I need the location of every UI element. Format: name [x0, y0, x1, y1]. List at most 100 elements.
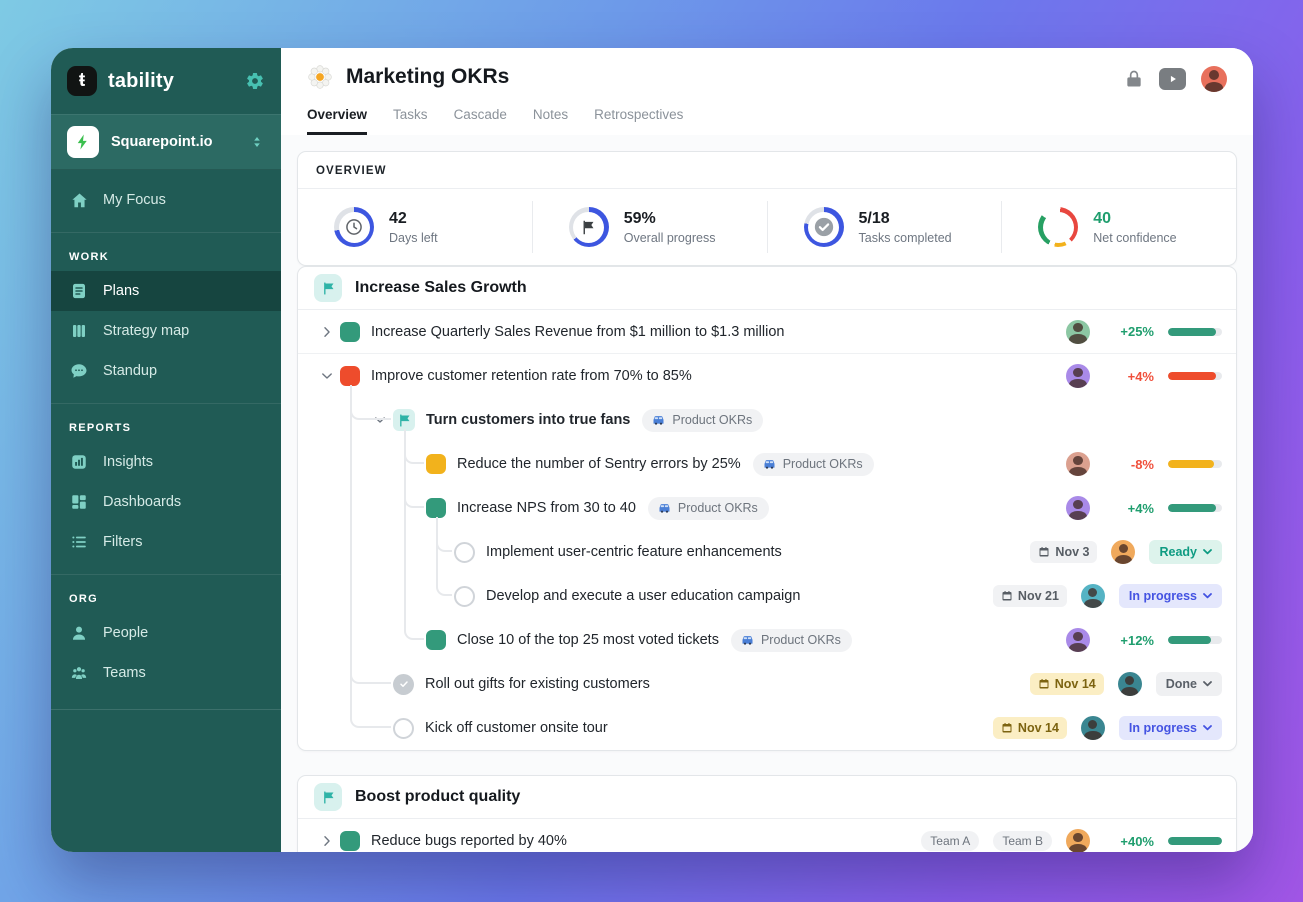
lock-icon[interactable]: [1124, 69, 1144, 89]
play-icon: [1170, 75, 1176, 83]
status-dropdown[interactable]: Done: [1155, 672, 1222, 696]
product-okrs-tag[interactable]: Product OKRs: [730, 628, 852, 652]
row-title: Increase NPS from 30 to 40: [457, 500, 636, 516]
check-icon: [804, 207, 844, 247]
okr-row[interactable]: Close 10 of the top 25 most voted ticket…: [298, 617, 1236, 662]
tree-guide-line: [350, 442, 352, 486]
video-play-button[interactable]: [1159, 68, 1186, 90]
assignee-avatar: [1111, 540, 1136, 564]
workspace-switcher[interactable]: Squarepoint.io: [51, 114, 281, 170]
task-circle-icon[interactable]: [454, 541, 475, 563]
metric-label: Net confidence: [1093, 230, 1177, 245]
assignee-avatar: [1117, 672, 1142, 696]
progress-delta: +25%: [1120, 324, 1154, 339]
product-okrs-tag[interactable]: Product OKRs: [647, 496, 769, 520]
metric-text: 59% Overall progress: [624, 210, 716, 245]
tab-cascade[interactable]: Cascade: [454, 107, 507, 135]
tab-retrospectives[interactable]: Retrospectives: [594, 107, 683, 135]
product-okrs-tag[interactable]: Product OKRs: [752, 452, 874, 476]
row-title: Increase Quarterly Sales Revenue from $1…: [371, 323, 785, 340]
okr-row[interactable]: Turn customers into true fans Product OKR…: [298, 397, 1236, 442]
okr-row[interactable]: Increase Quarterly Sales Revenue from $1…: [298, 310, 1236, 354]
metric-ring: [568, 207, 609, 247]
sidebar-item-teams[interactable]: Teams: [51, 653, 281, 693]
assignee-avatar: [1066, 496, 1090, 520]
row-right: Nov 3 Ready: [1030, 540, 1222, 564]
task-circle-icon[interactable]: [454, 585, 475, 607]
sidebar-item-filters[interactable]: Filters: [51, 522, 281, 562]
team-tag[interactable]: Team B: [993, 831, 1052, 851]
due-date-pill: Nov 14: [992, 717, 1067, 739]
metric-text: 42 Days left: [389, 210, 438, 245]
tab-notes[interactable]: Notes: [533, 107, 568, 135]
tab-overview[interactable]: Overview: [307, 107, 368, 135]
team-tag[interactable]: Team A: [921, 831, 980, 851]
task-done-icon[interactable]: [393, 673, 414, 695]
row-title: Develop and execute a user education cam…: [486, 588, 801, 604]
metric-value: 40: [1093, 209, 1112, 227]
okr-row[interactable]: Increase NPS from 30 to 40 Product OKRs +4…: [298, 485, 1236, 530]
row-right: +25%: [1066, 319, 1222, 344]
metric-text: 5/18 Tasks completed: [859, 210, 952, 245]
plan-rows: Increase Quarterly Sales Revenue from $1…: [298, 310, 1236, 750]
row-right: Nov 14 Done: [1029, 672, 1222, 696]
due-date-pill: Nov 21: [992, 585, 1067, 607]
tree-guide-elbow: [404, 441, 424, 464]
kr-status-square: [340, 321, 360, 342]
okr-row[interactable]: Reduce bugs reported by 40% Team A Team B +…: [298, 819, 1236, 852]
user-avatar[interactable]: [1201, 66, 1227, 92]
tree-guide-elbow: [436, 573, 452, 596]
progress-delta: +4%: [1127, 368, 1154, 384]
okr-row[interactable]: Reduce the number of Sentry errors by 25…: [298, 441, 1236, 486]
product-okrs-tag[interactable]: Product OKRs: [642, 408, 764, 432]
objective-flag-icon: [393, 409, 415, 431]
sidebar-item-label: Teams: [103, 665, 146, 681]
sidebar-item-plans[interactable]: Plans: [51, 271, 281, 311]
metric-label: Tasks completed: [858, 230, 952, 245]
sidebar-section-label: ORG: [69, 593, 98, 605]
content-area: OVERVIEW 42 Days left 59% Overall progress 5…: [281, 135, 1253, 852]
plan-card-header[interactable]: Boost product quality: [298, 776, 1236, 819]
clock-icon: [334, 207, 374, 247]
settings-gear-icon[interactable]: [245, 71, 265, 91]
sidebar-divider: [51, 709, 281, 710]
row-title: Improve customer retention rate from 70%…: [371, 368, 692, 384]
progress-delta: +12%: [1120, 632, 1154, 648]
assignee-avatar: [1080, 716, 1105, 740]
okr-row[interactable]: Roll out gifts for existing customers Nov…: [298, 661, 1236, 706]
assignee-avatar: [1066, 319, 1090, 344]
status-dropdown[interactable]: In progress: [1118, 584, 1222, 608]
tability-logo-icon: ŧ: [67, 66, 97, 96]
sidebar-item-my-focus[interactable]: My Focus: [51, 180, 281, 220]
sidebar-item-standup[interactable]: Standup: [51, 351, 281, 391]
home-icon: [69, 190, 89, 210]
sidebar-item-label: Insights: [103, 454, 153, 470]
chevron-right-icon[interactable]: [314, 325, 340, 339]
sidebar-item-strategy-map[interactable]: Strategy map: [51, 311, 281, 351]
task-circle-icon[interactable]: [393, 717, 414, 739]
tree-guide-line: [350, 486, 352, 530]
plan-cards: Increase Sales Growth Increase Quarterly …: [297, 266, 1237, 852]
status-dropdown[interactable]: In progress: [1118, 716, 1222, 740]
metric-value: 5/18: [858, 209, 890, 227]
okr-row[interactable]: Develop and execute a user education cam…: [298, 573, 1236, 618]
sidebar-item-dashboards[interactable]: Dashboards: [51, 482, 281, 522]
status-dropdown[interactable]: Ready: [1149, 540, 1222, 564]
okr-row[interactable]: Improve customer retention rate from 70%…: [298, 354, 1236, 398]
metric-tasks-completed: 5/18 Tasks completed: [766, 201, 1002, 253]
assignee-avatar: [1066, 628, 1090, 652]
row-title: Turn customers into true fans: [426, 412, 631, 428]
overview-card: OVERVIEW 42 Days left 59% Overall progress 5…: [297, 151, 1237, 266]
sidebar-item-insights[interactable]: Insights: [51, 442, 281, 482]
okr-row[interactable]: Kick off customer onsite tour Nov 14 In pr…: [298, 705, 1236, 750]
sidebar-item-people[interactable]: People: [51, 613, 281, 653]
chevron-down-icon[interactable]: [314, 369, 340, 383]
plan-card-header[interactable]: Increase Sales Growth: [298, 267, 1236, 310]
tree-guide-elbow: [404, 617, 424, 640]
tab-tasks[interactable]: Tasks: [393, 107, 428, 135]
okr-row[interactable]: Implement user-centric feature enhanceme…: [298, 529, 1236, 574]
progress-bar: [1168, 372, 1222, 380]
chevron-right-icon[interactable]: [314, 834, 340, 848]
metric-text: 40 Net confidence: [1093, 210, 1176, 245]
metric-ring: [803, 207, 844, 247]
